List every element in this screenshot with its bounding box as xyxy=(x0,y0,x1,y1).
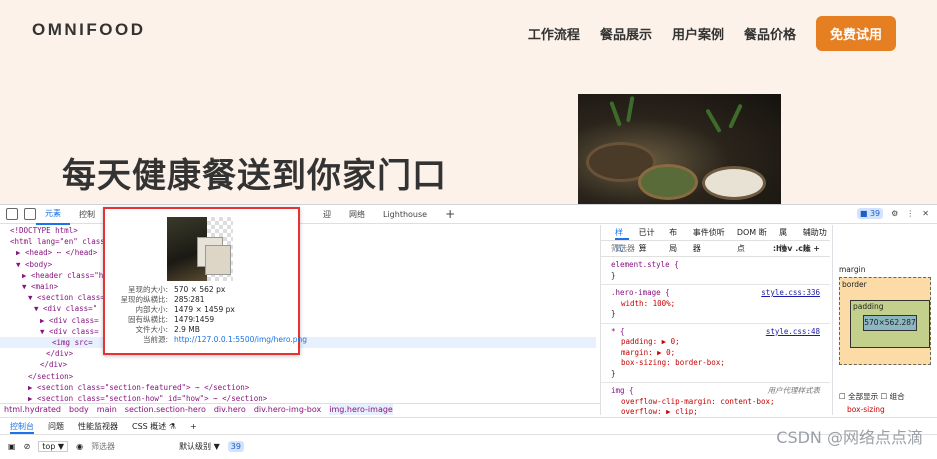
add-drawer-tab-icon[interactable]: + xyxy=(190,418,197,434)
computed-prop: box-sizing xyxy=(847,405,885,414)
tooltip-row: 文件大小: 2.9 MB xyxy=(135,325,200,334)
style-property[interactable]: width: 100%; xyxy=(611,299,820,310)
dom-node-line[interactable]: ▶ <section class="section-featured"> ⋯ <… xyxy=(0,382,596,393)
log-level-select[interactable]: 默认级别 ▼ xyxy=(179,441,220,452)
style-rule[interactable]: img {用户代理样式表 overflow-clip-margin: conten… xyxy=(601,383,830,415)
add-tab-icon[interactable]: + xyxy=(436,205,464,224)
style-rule[interactable]: element.style {} xyxy=(601,257,830,285)
style-property[interactable]: box-sizing: border-box; xyxy=(611,358,820,369)
console-tab[interactable]: 性能监视器 xyxy=(78,418,118,434)
box-model-padding: padding 570×562.287 xyxy=(850,300,930,348)
logo[interactable]: OMNIFOOD xyxy=(32,20,146,40)
group-label: 组合 xyxy=(889,392,905,401)
nav-link-meals[interactable]: 餐品展示 xyxy=(600,24,652,43)
style-property[interactable]: overflow-clip-margin: content-box; xyxy=(611,397,820,408)
watermark: CSDN @网络点点滴 xyxy=(776,428,923,447)
tooltip-row: 固有纵横比: 1479∶1459 xyxy=(127,315,215,324)
nav-link-how[interactable]: 工作流程 xyxy=(528,24,580,43)
show-all-checkbox[interactable]: ☐ 全部显示 ☐ 组合 xyxy=(839,391,905,402)
hero-title: 每天健康餐送到你家门口 xyxy=(62,156,447,196)
styles-tab[interactable]: 布局 xyxy=(669,225,683,253)
tooltip-info-table: 呈现的大小: 570 × 562 px 呈现的纵横比: 285∶281 内部大小: 147… xyxy=(119,285,307,345)
breadcrumb-item[interactable]: img.hero-image xyxy=(329,404,393,415)
styles-tabs: 样式 已计算 布局 事件侦听器 DOM 断点 属性 辅助功能 xyxy=(601,225,830,253)
breadcrumb-item[interactable]: html.hydrated xyxy=(4,404,61,415)
box-model-content: 570×562.287 xyxy=(863,315,917,331)
styles-filter-input[interactable]: 筛选器 xyxy=(611,241,635,256)
cta-button[interactable]: 免费试用 xyxy=(815,16,896,51)
styles-pane: 样式 已计算 布局 事件侦听器 DOM 断点 属性 辅助功能 筛选器 :hov .cls +… xyxy=(600,225,830,415)
console-filter-input[interactable]: 筛选器 xyxy=(91,441,171,452)
context-select[interactable]: top ▼ xyxy=(38,440,69,452)
breadcrumb: html.hydrated body main section.section-her… xyxy=(0,403,600,415)
tab-welcome[interactable]: 迎 xyxy=(314,205,340,224)
clear-console-icon[interactable]: ⊘ xyxy=(24,442,31,451)
inspect-icon[interactable] xyxy=(6,208,18,220)
tab-network[interactable]: 网络 xyxy=(340,205,374,224)
dom-node-line[interactable]: ▶ <section class="section-how" id="how">… xyxy=(0,393,596,403)
tooltip-thumbnail xyxy=(167,217,233,281)
hero-image xyxy=(578,94,781,204)
tooltip-row: 内部大小: 1479 × 1459 px xyxy=(135,305,235,314)
issues-count: 39 xyxy=(869,209,881,218)
breadcrumb-item[interactable]: div.hero xyxy=(214,404,246,415)
device-toggle-icon[interactable] xyxy=(24,208,36,220)
style-property[interactable]: padding: ▶ 0; xyxy=(611,337,820,348)
styles-tab[interactable]: 属性 xyxy=(779,225,793,253)
tooltip-row: 呈现的纵横比: 285∶281 xyxy=(120,295,205,304)
styles-tab[interactable]: 已计算 xyxy=(639,225,659,253)
style-property[interactable]: overflow: ▶ clip; xyxy=(611,407,820,415)
more-icon[interactable]: ⋮ xyxy=(906,209,914,218)
nav-link-pricing[interactable]: 餐品价格 xyxy=(744,24,796,43)
main-nav: 工作流程 餐品展示 用户案例 餐品价格 免费试用 xyxy=(528,16,896,51)
box-model-pane: margin border padding 570×562.287 ☐ 全部显示… xyxy=(832,225,937,415)
console-tab[interactable]: 控制台 xyxy=(10,418,34,434)
nav-link-testimonials[interactable]: 用户案例 xyxy=(672,24,724,43)
issues-badge[interactable]: ■ 39 xyxy=(856,208,884,219)
tooltip-row: 当前源: http://127.0.0.1:5500/img/hero.png xyxy=(142,335,307,344)
styles-filter-tools[interactable]: :hov .cls + xyxy=(773,241,820,256)
border-label: border xyxy=(842,280,867,289)
styles-tab[interactable]: 辅助功能 xyxy=(803,225,830,253)
web-page-viewport: OMNIFOOD 工作流程 餐品展示 用户案例 餐品价格 免费试用 每天健康餐送… xyxy=(0,0,937,204)
styles-tab[interactable]: 事件侦听器 xyxy=(693,225,727,253)
styles-filter-row: 筛选器 :hov .cls + xyxy=(601,241,830,257)
dom-node-line[interactable]: </section> xyxy=(0,371,596,382)
style-property[interactable]: margin: ▶ 0; xyxy=(611,348,820,359)
style-rules: element.style {} .hero-image {style.css:3… xyxy=(601,257,830,415)
settings-icon[interactable]: ⚙ xyxy=(891,209,898,218)
close-icon[interactable]: ✕ xyxy=(922,209,929,218)
tab-elements[interactable]: 元素 xyxy=(36,204,70,225)
style-rule[interactable]: .hero-image {style.css:336 width: 100%;} xyxy=(601,285,830,324)
toolbar-right: ■ 39 ⚙ ⋮ ✕ xyxy=(856,208,929,219)
sidebar-toggle-icon[interactable]: ▣ xyxy=(8,442,16,451)
show-all-label: 全部显示 xyxy=(848,392,879,401)
padding-label: padding xyxy=(853,302,884,311)
eye-icon[interactable]: ◉ xyxy=(76,442,83,451)
tab-lighthouse[interactable]: Lighthouse xyxy=(374,205,436,224)
margin-label: margin xyxy=(839,265,866,274)
breadcrumb-item[interactable]: section.section-hero xyxy=(125,404,206,415)
breadcrumb-item[interactable]: main xyxy=(97,404,117,415)
styles-tab[interactable]: 样式 xyxy=(615,225,629,253)
box-model-border: border padding 570×562.287 xyxy=(839,277,931,365)
dom-node-line[interactable]: </div> xyxy=(0,359,596,370)
image-preview-tooltip: 呈现的大小: 570 × 562 px 呈现的纵横比: 285∶281 内部大小: 147… xyxy=(103,207,307,355)
breadcrumb-item[interactable]: body xyxy=(69,404,89,415)
breadcrumb-item[interactable]: div.hero-img-box xyxy=(254,404,321,415)
tooltip-row: 呈现的大小: 570 × 562 px xyxy=(127,285,226,294)
style-rule[interactable]: * {style.css:48 padding: ▶ 0; margin: ▶ 0;… xyxy=(601,324,830,383)
styles-tab[interactable]: DOM 断点 xyxy=(737,225,769,253)
console-tab[interactable]: CSS 概述 ⚗ xyxy=(132,418,176,434)
console-issues-badge[interactable]: 39 xyxy=(227,440,244,452)
tab-console[interactable]: 控制 xyxy=(70,205,104,224)
console-tab[interactable]: 问题 xyxy=(48,418,64,434)
